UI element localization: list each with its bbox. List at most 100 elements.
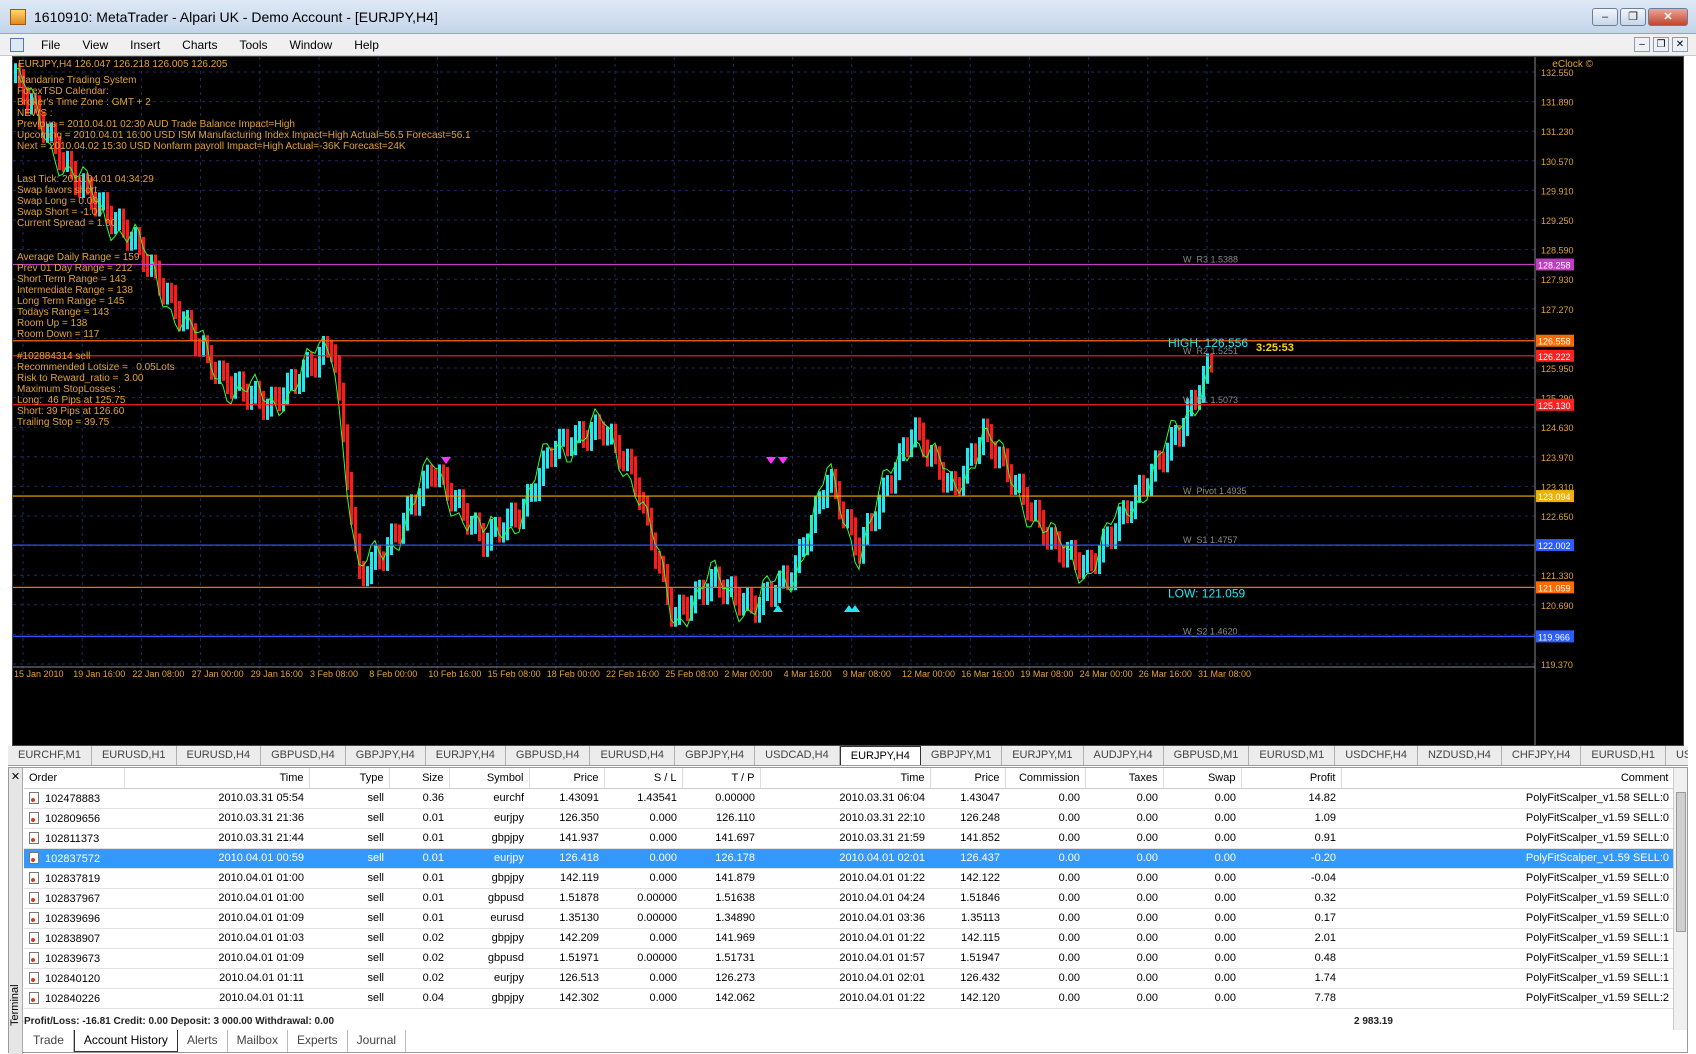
terminal-tab[interactable]: Trade	[24, 1030, 74, 1052]
history-cell: sell	[309, 968, 389, 989]
chart-tab[interactable]: USDCHF,H4	[1335, 746, 1418, 765]
menu-help[interactable]: Help	[343, 38, 390, 52]
minimize-button[interactable]: –	[1592, 8, 1618, 26]
candle	[1078, 552, 1081, 579]
menu-charts[interactable]: Charts	[171, 38, 228, 52]
chart-tab[interactable]: AUDJPY,H4	[1084, 746, 1164, 765]
column-header[interactable]: Price	[930, 768, 1006, 789]
chart-tab[interactable]: EURJPY,H4	[839, 746, 921, 765]
close-terminal-icon[interactable]: ✕	[9, 770, 22, 783]
chart-tab[interactable]: EURUSD,H4	[590, 746, 676, 765]
mdi-minimize-button[interactable]: –	[1634, 37, 1650, 52]
column-header[interactable]: Time	[760, 768, 931, 789]
menu-window[interactable]: Window	[279, 38, 344, 52]
order-number: 102840226	[45, 992, 101, 1005]
menu-insert[interactable]: Insert	[119, 38, 171, 52]
summary-total: 2 983.19	[1354, 1016, 1393, 1027]
chart-tab[interactable]: GBPJPY,H4	[346, 746, 426, 765]
history-row[interactable]: 102839673 2010.04.01 01:09 sell 0.02 gbpusd 1…	[24, 948, 1674, 969]
chart-tab[interactable]: EURCHF,M1	[8, 746, 92, 765]
candle	[490, 518, 493, 551]
history-cell: gbpjpy	[449, 868, 529, 889]
history-cell: 141.697	[682, 828, 760, 849]
chart-tab[interactable]: GBPUSD,H4	[506, 746, 591, 765]
chart-tab[interactable]: USDCAD,H4	[755, 746, 840, 765]
history-row[interactable]: 102837819 2010.04.01 01:00 sell 0.01 gbpjpy 1…	[24, 868, 1674, 889]
history-cell: gbpusd	[449, 888, 529, 909]
terminal-tab[interactable]: Alerts	[178, 1030, 228, 1052]
history-row[interactable]: 102809656 2010.03.31 21:36 sell 0.01 eurjpy 1…	[24, 808, 1674, 829]
history-cell: eurusd	[449, 908, 529, 929]
chart-tab[interactable]: GBPJPY,M1	[921, 746, 1003, 765]
history-cell: 0.00	[1005, 988, 1085, 1009]
menu-view[interactable]: View	[71, 38, 119, 52]
candle	[230, 376, 233, 399]
terminal-tab[interactable]: Account History	[73, 1030, 178, 1052]
history-row[interactable]: 102840120 2010.04.01 01:11 sell 0.02 eurjpy 1…	[24, 968, 1674, 989]
history-cell: 0.91	[1241, 828, 1341, 849]
candle	[526, 483, 529, 517]
grid-scrollbar[interactable]	[1673, 768, 1687, 1030]
chart-window-icon[interactable]	[10, 37, 24, 52]
terminal-tab[interactable]: Journal	[348, 1030, 407, 1052]
candle	[1042, 509, 1045, 545]
history-row[interactable]: 102838907 2010.04.01 01:03 sell 0.02 gbpjpy 1…	[24, 928, 1674, 949]
column-header[interactable]: Taxes	[1085, 768, 1164, 789]
history-cell: 126.432	[930, 968, 1005, 989]
history-row[interactable]: 102478883 2010.03.31 05:54 sell 0.36 eurchf 1…	[24, 788, 1674, 809]
candle	[998, 446, 1001, 469]
terminal-tab[interactable]: Mailbox	[228, 1030, 288, 1052]
chart-tab[interactable]: EURJPY,M1	[1002, 746, 1084, 765]
chart-tab[interactable]: GBPUSD,M1	[1164, 746, 1250, 765]
menu-tools[interactable]: Tools	[229, 38, 279, 52]
restore-button[interactable]: ❐	[1620, 8, 1646, 26]
chart-tab[interactable]: GBPUSD,H4	[261, 746, 346, 765]
column-header[interactable]: S / L	[604, 768, 683, 789]
terminal-tab[interactable]: Experts	[288, 1030, 348, 1052]
column-header[interactable]: Order	[24, 768, 125, 789]
chart-tab[interactable]: CHFJPY,H4	[1502, 746, 1582, 765]
column-header[interactable]: Commission	[1005, 768, 1086, 789]
column-header[interactable]: Price	[529, 768, 605, 789]
mdi-close-button[interactable]: ✕	[1672, 37, 1688, 52]
scrollbar-thumb[interactable]	[1676, 792, 1686, 932]
candle	[822, 490, 825, 510]
history-row[interactable]: 102837572 2010.04.01 00:59 sell 0.01 eurjpy 1…	[24, 848, 1674, 869]
chart-canvas: 15 Jan 2010 19 Jan 16:00 22 Jan 08:00 27 Ja…	[13, 57, 1574, 745]
column-header[interactable]: Symbol	[449, 768, 530, 789]
history-cell: 0.02	[389, 968, 449, 989]
chart-tab[interactable]: GBPJPY,H4	[675, 746, 756, 765]
column-header[interactable]: Type	[309, 768, 390, 789]
history-cell: sell	[309, 948, 389, 969]
column-header[interactable]: Time	[124, 768, 310, 789]
history-row[interactable]: 102840226 2010.04.01 01:11 sell 0.04 gbpjpy 1…	[24, 988, 1674, 1009]
history-cell: 126.418	[529, 848, 604, 869]
level-label: W_S2 1.4620	[1183, 626, 1238, 636]
column-header[interactable]: Comment	[1341, 768, 1674, 789]
close-button[interactable]: ✕	[1648, 8, 1688, 26]
history-row[interactable]: 102839696 2010.04.01 01:09 sell 0.01 eurusd 1…	[24, 908, 1674, 929]
column-header[interactable]: Profit	[1241, 768, 1342, 789]
price-chart[interactable]: 15 Jan 2010 19 Jan 16:00 22 Jan 08:00 27 Ja…	[12, 56, 1684, 746]
mdi-restore-button[interactable]: ❐	[1653, 37, 1669, 52]
chart-tab[interactable]: NZDUSD,H4	[1418, 746, 1502, 765]
chart-tab[interactable]: EURUSD,H1	[92, 746, 177, 765]
chart-tab[interactable]: USDCHF,H1	[1666, 746, 1688, 765]
chart-tab[interactable]: EURJPY,H4	[426, 746, 506, 765]
column-header[interactable]: Size	[389, 768, 450, 789]
low-label: LOW: 121.059	[1168, 586, 1245, 600]
candle	[618, 435, 621, 469]
chart-tab[interactable]: EURUSD,H4	[177, 746, 262, 765]
history-row[interactable]: 102837967 2010.04.01 01:00 sell 0.01 gbpusd 1…	[24, 888, 1674, 909]
history-cell: 2010.03.31 21:44	[124, 828, 309, 849]
history-cell: PolyFitScalper_v1.59 SELL:2	[1341, 988, 1674, 1009]
column-header[interactable]: Swap	[1163, 768, 1242, 789]
history-row[interactable]: 102811373 2010.03.31 21:44 sell 0.01 gbpjpy 1…	[24, 828, 1674, 849]
order-icon	[29, 971, 39, 984]
chart-tab[interactable]: EURUSD,H1	[1581, 746, 1666, 765]
chart-tab[interactable]: EURUSD,M1	[1249, 746, 1336, 765]
menu-file[interactable]: File	[30, 38, 71, 52]
time-axis-label: 22 Jan 08:00	[132, 669, 184, 679]
candle	[462, 489, 465, 521]
column-header[interactable]: T / P	[682, 768, 761, 789]
